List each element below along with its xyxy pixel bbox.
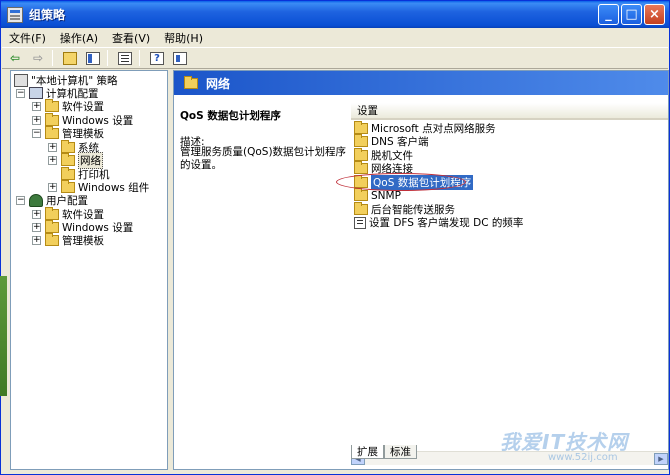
forward-arrow-icon[interactable]: ⇨ — [28, 49, 48, 67]
expand-toggle[interactable]: + — [32, 235, 41, 245]
collapse-toggle[interactable]: − — [16, 195, 25, 205]
toolbar-separator — [107, 50, 108, 66]
watermark-url: www.52ij.com — [548, 452, 618, 463]
console-tree[interactable]: "本地计算机" 策略 − 计算机配置 + 软件设置 + Windows 设置 −… — [10, 70, 168, 470]
expand-toggle[interactable]: + — [32, 222, 41, 232]
list-item[interactable]: DNS 客户端 — [354, 134, 429, 148]
export-list-icon — [118, 51, 132, 65]
folder-icon — [61, 139, 75, 153]
tree-node-label: 管理模板 — [62, 234, 104, 247]
export-list-button[interactable] — [115, 49, 135, 67]
toolbar-separator — [139, 50, 140, 66]
show-hide-tree-button[interactable] — [83, 49, 103, 67]
folder-icon — [45, 98, 59, 112]
watermark-text: 我爱IT技术网 — [500, 430, 629, 454]
toolbar-separator — [52, 50, 53, 66]
list-item-label: DNS 客户端 — [371, 136, 429, 148]
expand-toggle[interactable]: + — [32, 115, 41, 125]
folder-icon — [354, 134, 368, 147]
content-area: "本地计算机" 策略 − 计算机配置 + 软件设置 + Windows 设置 −… — [3, 70, 669, 474]
window-title: 组策略 — [29, 8, 66, 22]
tree-node-label: Windows 组件 — [78, 181, 150, 194]
group-policy-app-icon — [7, 6, 23, 23]
tree-node-label: 管理模板 — [62, 127, 104, 140]
folder-icon — [61, 166, 75, 180]
menu-action[interactable]: 操作(A) — [53, 30, 105, 46]
folder-icon — [45, 206, 59, 220]
collapse-toggle[interactable]: − — [16, 88, 25, 98]
view-tabs: 扩展 标准 — [351, 445, 417, 459]
group-policy-window: 组策略 _ □ × 文件(F) 操作(A) 查看(V) 帮助(H) ⇦ ⇨ ? … — [0, 0, 670, 475]
help-button[interactable]: ? — [147, 49, 167, 67]
folder-icon — [354, 202, 368, 215]
details-pane: 网络 QoS 数据包计划程序 描述: 管理服务质量(QoS)数据包计划程序的设置… — [173, 70, 669, 470]
open-folder-icon — [61, 152, 75, 166]
desktop-background — [0, 276, 7, 396]
help-icon: ? — [150, 51, 164, 65]
close-button[interactable]: × — [644, 4, 665, 25]
list-item[interactable]: 设置 DFS 客户端发现 DC 的频率 — [354, 216, 523, 229]
folder-up-icon — [63, 51, 77, 65]
computer-icon — [29, 87, 43, 99]
tab-extended[interactable]: 扩展 — [351, 445, 384, 459]
policy-setting-icon — [354, 216, 366, 229]
menu-file[interactable]: 文件(F) — [2, 30, 53, 46]
red-highlight-ellipse — [336, 173, 466, 191]
up-one-level-button[interactable] — [60, 49, 80, 67]
policy-icon — [14, 73, 28, 87]
expand-toggle[interactable]: + — [32, 209, 41, 219]
properties-icon — [173, 51, 187, 65]
folder-icon — [354, 148, 368, 161]
tree-node-network[interactable]: + 网络 — [48, 151, 103, 169]
expand-toggle[interactable]: + — [32, 101, 41, 111]
expand-toggle[interactable]: + — [48, 155, 57, 165]
expand-toggle[interactable]: + — [48, 142, 57, 152]
column-header-setting[interactable]: 设置 — [351, 103, 668, 120]
folder-icon — [354, 188, 368, 201]
folder-icon — [45, 232, 59, 246]
properties-button[interactable] — [170, 49, 190, 67]
maximize-button[interactable]: □ — [621, 4, 642, 25]
scroll-right-icon[interactable]: ▶ — [654, 453, 668, 465]
tree-node-label: 软件设置 — [62, 100, 104, 113]
list-item-label: 设置 DFS 客户端发现 DC 的频率 — [369, 217, 524, 229]
folder-icon — [354, 121, 368, 134]
folder-icon — [61, 179, 75, 193]
folder-icon — [45, 112, 59, 126]
menu-help[interactable]: 帮助(H) — [157, 30, 210, 46]
folder-icon — [45, 125, 59, 139]
details-header-title: 网络 — [206, 76, 231, 91]
description-text: 管理服务质量(QoS)数据包计划程序的设置。 — [180, 146, 347, 171]
console-tree-icon — [86, 51, 100, 65]
title-bar[interactable]: 组策略 _ □ × — [1, 1, 669, 28]
folder-icon — [354, 161, 368, 174]
back-arrow-icon[interactable]: ⇦ — [5, 49, 25, 67]
tree-node-label: 用户配置 — [46, 194, 88, 207]
window-controls: _ □ × — [598, 4, 665, 25]
folder-icon — [184, 75, 198, 89]
collapse-toggle[interactable]: − — [32, 128, 41, 138]
tree-node-admin-templates[interactable]: − 管理模板 — [32, 125, 104, 140]
menu-bar: 文件(F) 操作(A) 查看(V) 帮助(H) — [2, 28, 668, 47]
toolbar: ⇦ ⇨ ? — [2, 47, 668, 69]
tree-node-user-admin-templates[interactable]: + 管理模板 — [32, 232, 104, 247]
user-icon — [29, 193, 43, 207]
folder-icon — [45, 219, 59, 233]
expand-toggle[interactable]: + — [48, 182, 57, 192]
description-title: QoS 数据包计划程序 — [180, 110, 281, 122]
tab-standard[interactable]: 标准 — [384, 445, 417, 459]
list-item-label: SNMP — [371, 189, 401, 202]
menu-view[interactable]: 查看(V) — [105, 30, 157, 46]
details-header: 网络 — [174, 71, 668, 95]
settings-list[interactable]: 设置 Microsoft 点对点网络服务 DNS 客户端 脱机文件 网络连接 Q… — [351, 103, 668, 468]
tree-node-software-settings[interactable]: + 软件设置 — [32, 98, 104, 113]
minimize-button[interactable]: _ — [598, 4, 619, 25]
tree-node-user-config[interactable]: − 用户配置 — [16, 193, 88, 207]
